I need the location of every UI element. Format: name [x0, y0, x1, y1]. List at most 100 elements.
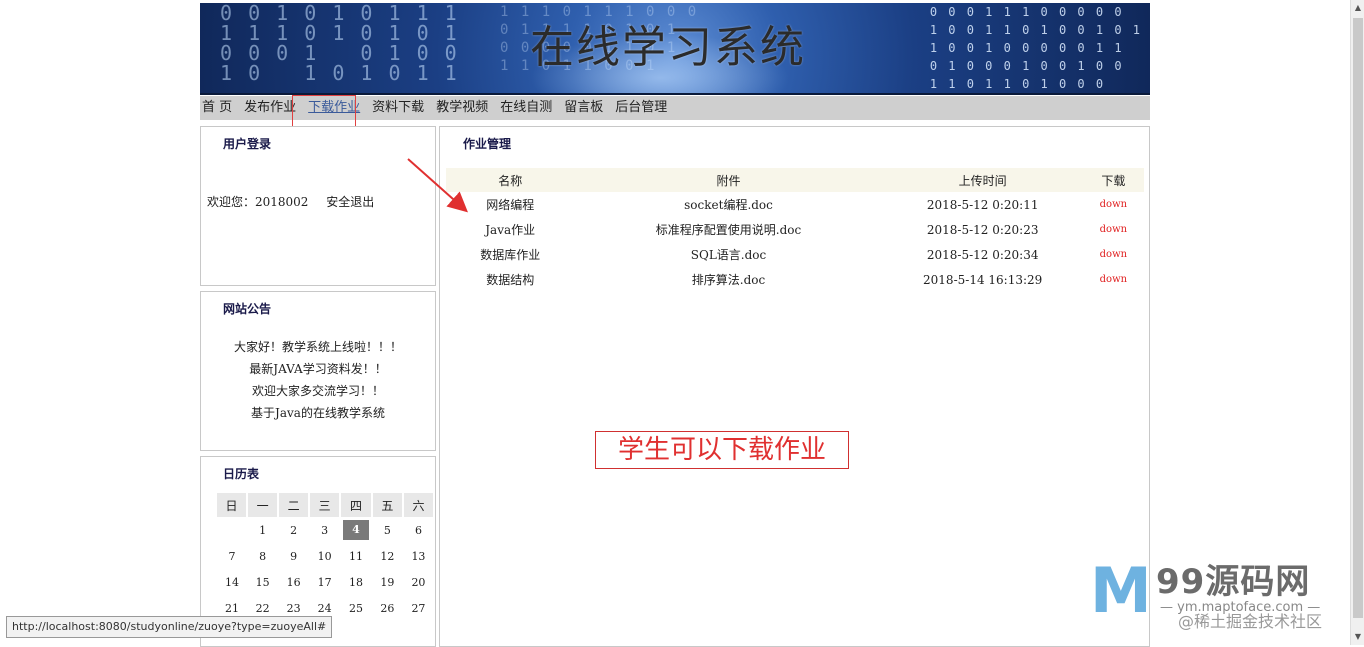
homework-name: 数据结构 [486, 273, 535, 287]
weekday-thu: 四 [340, 493, 373, 517]
notice-item[interactable]: 大家好！教学系统上线啦！！！ [201, 336, 435, 358]
site-title: 在线学习系统 [530, 22, 806, 73]
homework-panel: 作业管理 名称 附件 上传时间 下载 网络编程 socket编程.doc 2018-… [407, 126, 1150, 647]
calendar-grid: 日 一 二 三 四 五 六 1 2 3 4 5 6 7 8 9 10 11 12 13 14 15 16 17 1… [217, 493, 436, 621]
calendar-day[interactable]: 3 [309, 517, 340, 543]
download-link[interactable]: down [1083, 242, 1144, 267]
login-panel-title: 用户登录 [223, 137, 272, 151]
annotation-callout: 学生可以下载作业 [595, 431, 849, 469]
calendar-day[interactable]: 1 [247, 517, 278, 543]
notice-item[interactable]: 基于Java的在线教学系统 [201, 402, 435, 424]
calendar-day[interactable]: 16 [278, 569, 309, 595]
download-link[interactable]: down [1083, 217, 1144, 242]
homework-attachment: 排序算法.doc [691, 273, 766, 287]
weekday-tue: 二 [278, 493, 311, 517]
calendar-today-marker: 4 [343, 520, 369, 540]
binary-decoration-left: 0 0 1 0 1 0 1 1 1 1 1 1 0 1 0 1 0 1 0 0 … [220, 3, 459, 85]
calendar-day[interactable]: 13 [403, 543, 434, 569]
homework-upload-time: 2018-5-14 16:13:29 [923, 272, 1043, 287]
annotation-arrow [407, 158, 468, 213]
weekday-mon: 一 [247, 493, 280, 517]
weekday-wed: 三 [309, 493, 342, 517]
calendar-day[interactable]: 11 [340, 543, 372, 569]
homework-attachment: SQL语言.doc [690, 248, 767, 262]
nav-download-homework[interactable]: 下载作业 [306, 96, 362, 120]
calendar-day[interactable]: 2 [278, 517, 309, 543]
weekday-sat: 六 [402, 493, 436, 517]
scroll-up-icon[interactable]: ▲ [1351, 0, 1364, 16]
site-banner: 0 0 1 0 1 0 1 1 1 1 1 1 0 1 0 1 0 1 0 0 … [200, 3, 1150, 95]
notice-panel-title: 网站公告 [223, 302, 272, 316]
binary-decoration-right: 0 0 0 1 1 1 0 0 0 0 0 1 0 0 1 1 0 1 0 0 … [929, 5, 1142, 91]
download-link[interactable]: down [1083, 192, 1144, 217]
col-upload-time: 上传时间 [882, 168, 1083, 192]
page-container: 0 0 1 0 1 0 1 1 1 1 1 1 0 1 0 1 0 1 0 0 … [200, 3, 1150, 647]
calendar-day[interactable]: 9 [278, 543, 309, 569]
watermark-logo: M [1090, 554, 1152, 627]
scroll-down-icon[interactable]: ▼ [1351, 629, 1364, 645]
homework-attachment: 标准程序配置使用说明.doc [655, 223, 802, 237]
nav-material-download[interactable]: 资料下载 [370, 96, 426, 120]
table-row: 数据库作业 SQL语言.doc 2018-5-12 0:20:34 down [446, 242, 1144, 267]
welcome-text: 欢迎您：2018002 [207, 195, 309, 209]
col-download: 下载 [1082, 168, 1144, 192]
notice-item[interactable]: 欢迎大家多交流学习！！ [201, 380, 435, 402]
calendar-day[interactable]: 27 [403, 595, 434, 621]
calendar-week-row: 7 8 9 10 11 12 13 [217, 543, 434, 569]
calendar-day[interactable]: 10 [309, 543, 340, 569]
homework-upload-time: 2018-5-12 0:20:23 [926, 222, 1039, 237]
homework-rows: 网络编程 socket编程.doc 2018-5-12 0:20:11 down Jav… [446, 192, 1144, 292]
homework-name: 数据库作业 [480, 248, 541, 262]
calendar-panel-title: 日历表 [223, 467, 260, 481]
homework-upload-time: 2018-5-12 0:20:34 [926, 247, 1039, 262]
table-row: 网络编程 socket编程.doc 2018-5-12 0:20:11 down [446, 192, 1144, 217]
calendar-day-today[interactable]: 4 [340, 517, 372, 543]
calendar-day[interactable]: 14 [217, 569, 247, 595]
login-panel: 用户登录 欢迎您：2018002 安全退出 [200, 126, 436, 286]
notice-panel: 网站公告 大家好！教学系统上线啦！！！ 最新JAVA学习资料发！！ 欢迎大家多交… [200, 291, 436, 451]
calendar-day[interactable]: 15 [247, 569, 278, 595]
calendar-week-row: 14 15 16 17 18 19 20 [217, 569, 434, 595]
notice-list: 大家好！教学系统上线啦！！！ 最新JAVA学习资料发！！ 欢迎大家多交流学习！！… [201, 336, 435, 424]
watermark-tag: @稀土掘金技术社区 [1178, 612, 1323, 631]
scrollbar-thumb[interactable] [1353, 18, 1363, 618]
calendar-day[interactable]: 26 [372, 595, 403, 621]
calendar-day[interactable]: 25 [340, 595, 372, 621]
calendar-week-row: 123456 [217, 517, 434, 543]
calendar-day[interactable]: 5 [372, 517, 403, 543]
logout-link[interactable]: 安全退出 [326, 195, 374, 209]
calendar-weekday-row: 日 一 二 三 四 五 六 [217, 493, 436, 517]
weekday-fri: 五 [371, 493, 404, 517]
calendar-days: 1 2 3 4 5 6 7 8 9 10 11 12 13 14 15 16 17 18 19 20 21 22 23 24 2… [217, 517, 434, 621]
download-link[interactable]: down [1083, 267, 1144, 292]
nav-message-board[interactable]: 留言板 [562, 96, 605, 120]
nav-teaching-video[interactable]: 教学视频 [434, 96, 490, 120]
calendar-empty-cell [217, 517, 247, 543]
welcome-line: 欢迎您：2018002 安全退出 [207, 193, 374, 210]
calendar-day[interactable]: 19 [372, 569, 403, 595]
homework-attachment: socket编程.doc [684, 198, 773, 212]
nav-admin[interactable]: 后台管理 [613, 96, 669, 120]
table-row: Java作业 标准程序配置使用说明.doc 2018-5-12 0:20:23 dow… [446, 217, 1144, 242]
homework-upload-time: 2018-5-12 0:20:11 [926, 197, 1039, 212]
nav-publish-homework[interactable]: 发布作业 [242, 96, 298, 120]
nav-home[interactable]: 首 页 [200, 96, 234, 120]
calendar-day[interactable]: 8 [247, 543, 278, 569]
calendar-day[interactable]: 12 [372, 543, 403, 569]
calendar-day[interactable]: 20 [403, 569, 434, 595]
calendar-day[interactable]: 17 [309, 569, 340, 595]
calendar-day[interactable]: 18 [340, 569, 372, 595]
homework-panel-title: 作业管理 [463, 137, 512, 151]
homework-table: 名称 附件 上传时间 下载 网络编程 socket编程.doc 2018-5-12 … [446, 168, 1144, 292]
weekday-sun: 日 [217, 493, 249, 517]
calendar-day[interactable]: 6 [403, 517, 434, 543]
status-bar-url: http://localhost:8080/studyonline/zuoye?… [6, 616, 333, 638]
notice-item[interactable]: 最新JAVA学习资料发！！ [201, 358, 435, 380]
calendar-day[interactable]: 7 [217, 543, 247, 569]
page-scrollbar[interactable]: ▲ ▼ [1350, 0, 1364, 645]
watermark: M 99源码网 — ym.maptoface.com — @稀土掘金技术社区 [1090, 550, 1350, 640]
watermark-brand: 99源码网 [1156, 562, 1311, 602]
nav-online-test[interactable]: 在线自测 [498, 96, 554, 120]
table-header-row: 名称 附件 上传时间 下载 [446, 168, 1144, 192]
col-attachment: 附件 [574, 168, 883, 192]
